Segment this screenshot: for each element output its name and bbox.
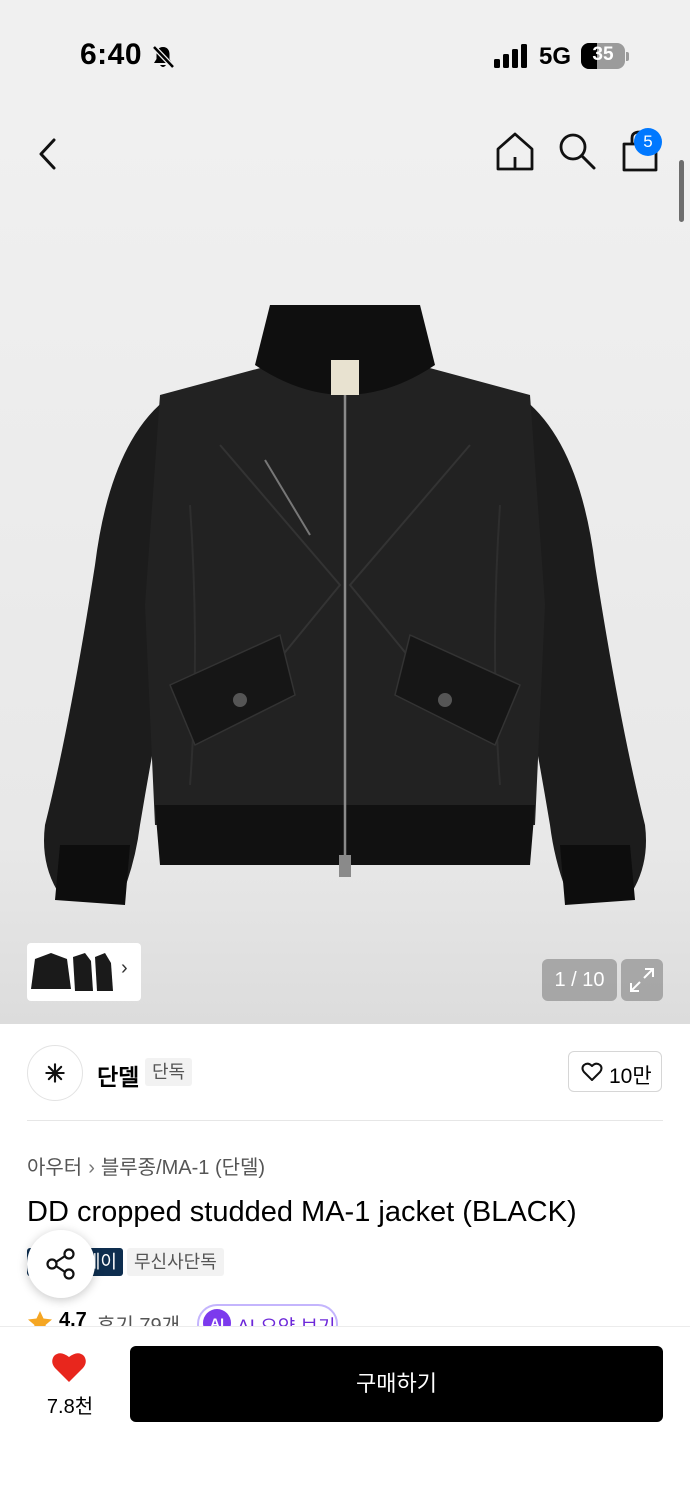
breadcrumb-item[interactable]: 블루종/MA-1 (단델) bbox=[101, 1157, 265, 1179]
expand-button[interactable] bbox=[621, 959, 663, 1001]
status-bar: 6:40 5G 35 bbox=[0, 0, 690, 110]
battery-level: 35 bbox=[592, 44, 614, 65]
brand-like-count: 10만 bbox=[609, 1065, 652, 1088]
product-title: DD cropped studded MA-1 jacket (BLACK) bbox=[27, 1196, 577, 1228]
signal-icon bbox=[494, 44, 527, 68]
battery-icon: 35 bbox=[581, 43, 629, 69]
star-icon bbox=[28, 1311, 52, 1326]
breadcrumb: 아우터 › 블루종/MA-1 (단델) bbox=[27, 1151, 265, 1180]
status-time: 6:40 bbox=[80, 38, 143, 71]
ai-summary-label: AI 요약 보기 bbox=[237, 1312, 335, 1326]
ai-icon: AI bbox=[203, 1309, 231, 1326]
chevron-right-icon: › bbox=[121, 957, 128, 979]
cart-count-badge: 5 bbox=[634, 128, 662, 156]
rating-score: 4.7 bbox=[59, 1309, 87, 1326]
brand-logo[interactable] bbox=[27, 1045, 83, 1101]
wish-count: 7.8천 bbox=[46, 1396, 94, 1418]
product-gallery[interactable]: 5 › 1 / 10 bbox=[0, 110, 690, 1024]
network-label: 5G bbox=[539, 43, 572, 70]
divider bbox=[27, 1120, 663, 1121]
home-button[interactable] bbox=[494, 130, 536, 172]
scrollbar[interactable] bbox=[679, 160, 684, 222]
rating-row: 4.7 후기 79개 AI AI 요약 보기 bbox=[27, 1304, 687, 1326]
bottom-action-bar: 7.8천 구매하기 bbox=[0, 1326, 690, 1500]
exclusive-tag: 무신사단독 bbox=[127, 1248, 224, 1276]
heart-outline-icon bbox=[581, 1062, 603, 1081]
bell-off-icon bbox=[152, 45, 175, 69]
review-count[interactable]: 후기 79개 bbox=[97, 1309, 180, 1326]
chevron-right-icon: › bbox=[88, 1157, 95, 1179]
thumbnail-images bbox=[31, 953, 113, 991]
back-button[interactable] bbox=[32, 134, 66, 174]
ai-summary-button[interactable]: AI AI 요약 보기 bbox=[197, 1304, 338, 1326]
thumbnail-strip[interactable]: › bbox=[27, 943, 141, 1001]
share-icon bbox=[46, 1248, 75, 1280]
buy-button[interactable]: 구매하기 bbox=[130, 1346, 663, 1422]
breadcrumb-item[interactable]: 아우터 bbox=[27, 1157, 82, 1179]
brand-like-button[interactable]: 10만 bbox=[568, 1051, 662, 1092]
brand-name[interactable]: 단델 bbox=[97, 1058, 139, 1092]
search-button[interactable] bbox=[556, 130, 598, 172]
product-image bbox=[44, 305, 646, 905]
heart-icon[interactable] bbox=[50, 1350, 88, 1384]
image-counter: 1 / 10 bbox=[542, 959, 617, 1001]
brand-exclusive-tag: 단독 bbox=[145, 1058, 193, 1086]
share-button[interactable] bbox=[27, 1230, 95, 1298]
